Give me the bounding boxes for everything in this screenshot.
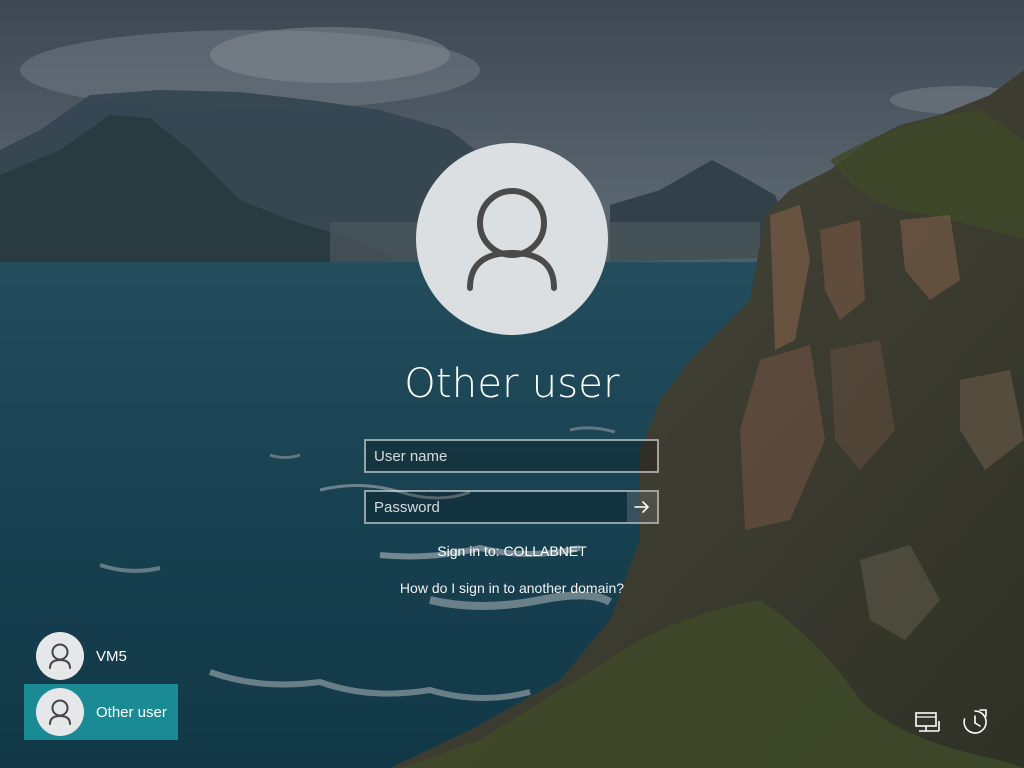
user-tile-name: VM5 [96, 647, 127, 665]
network-icon [915, 712, 940, 732]
network-button[interactable] [911, 705, 945, 739]
user-tile-vm5[interactable]: VM5 [24, 628, 178, 684]
user-avatar-small [36, 688, 84, 736]
password-input[interactable] [364, 490, 659, 524]
user-avatar-large [416, 143, 608, 335]
user-avatar-small [36, 632, 84, 680]
username-input[interactable] [364, 439, 659, 473]
user-silhouette-icon [49, 643, 71, 669]
submit-button[interactable] [627, 492, 657, 522]
login-title: Other user [404, 361, 620, 407]
sign-in-domain-text: Sign in to: COLLABNET [437, 543, 587, 559]
user-silhouette-icon [467, 188, 557, 291]
arrow-right-icon [634, 501, 649, 513]
user-tile-other-user[interactable]: Other user [24, 684, 178, 740]
user-tile-name: Other user [96, 703, 167, 721]
user-silhouette-icon [49, 699, 71, 725]
ease-of-access-icon [963, 709, 987, 734]
ease-of-access-button[interactable] [958, 705, 992, 739]
other-domain-help-link[interactable]: How do I sign in to another domain? [312, 580, 712, 596]
